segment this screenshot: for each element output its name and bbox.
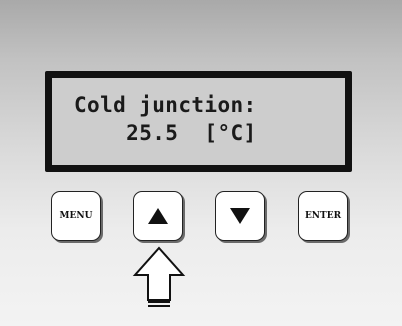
triangle-down-icon bbox=[229, 207, 251, 225]
arrow-up-outline-icon bbox=[131, 245, 187, 309]
lcd-line-2: 25.5 [°C] bbox=[74, 121, 257, 145]
enter-button[interactable]: ENTER bbox=[298, 191, 348, 241]
menu-button-label: MENU bbox=[59, 211, 93, 221]
up-button[interactable] bbox=[133, 191, 183, 241]
triangle-up-icon bbox=[147, 207, 169, 225]
lcd-line-1: Cold junction: bbox=[74, 93, 257, 117]
controller-panel: Cold junction: 25.5 [°C] MENU ENTER bbox=[0, 0, 402, 326]
lcd-display: Cold junction: 25.5 [°C] bbox=[45, 71, 352, 172]
menu-button[interactable]: MENU bbox=[51, 191, 101, 241]
down-button[interactable] bbox=[215, 191, 265, 241]
enter-button-label: ENTER bbox=[304, 211, 342, 221]
